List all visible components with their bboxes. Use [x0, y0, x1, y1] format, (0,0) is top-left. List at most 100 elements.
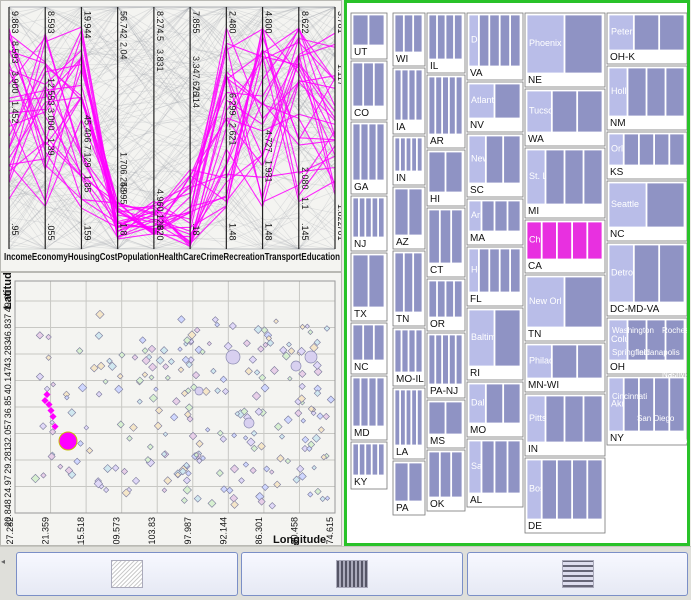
city-cell[interactable] — [401, 69, 409, 121]
scatter-point[interactable] — [126, 435, 133, 442]
city-cell[interactable] — [428, 401, 446, 435]
city-cell[interactable] — [481, 440, 495, 494]
city-cell[interactable] — [646, 182, 685, 228]
scatter-point[interactable] — [129, 423, 138, 432]
city-cell[interactable] — [494, 309, 521, 367]
scatter-point[interactable] — [296, 464, 305, 473]
scatter-point[interactable] — [287, 347, 296, 355]
city-cell[interactable] — [623, 377, 639, 432]
highlighted-point-large[interactable] — [58, 431, 78, 451]
scatter-point[interactable] — [35, 372, 45, 381]
scatter-point[interactable] — [215, 469, 224, 477]
city-cell[interactable] — [376, 123, 385, 181]
scatter-point-large[interactable] — [304, 350, 318, 364]
scatter-point[interactable] — [148, 393, 158, 403]
city-cell[interactable] — [428, 76, 436, 135]
scatter-point[interactable] — [230, 464, 239, 474]
scatter-point[interactable] — [193, 494, 202, 503]
city-cell[interactable] — [451, 451, 463, 498]
city-cell[interactable] — [415, 69, 423, 121]
city-cell[interactable] — [583, 395, 603, 443]
scatter-point[interactable] — [311, 433, 321, 443]
city-cell[interactable] — [428, 451, 440, 498]
city-cell[interactable] — [499, 248, 510, 293]
scatter-point[interactable] — [177, 315, 186, 324]
city-cell[interactable] — [363, 324, 374, 361]
scatter-point[interactable] — [242, 461, 250, 468]
city-cell[interactable] — [394, 329, 402, 373]
city-cell[interactable] — [445, 14, 454, 60]
scatter-point-large[interactable] — [225, 349, 241, 365]
city-cell[interactable] — [478, 248, 490, 293]
city-cell[interactable] — [363, 62, 374, 107]
city-cell[interactable] — [413, 252, 423, 313]
scatter-point[interactable] — [273, 318, 279, 325]
city-cell[interactable] — [489, 14, 500, 67]
scatter-point[interactable] — [77, 383, 88, 393]
city-cell[interactable] — [378, 443, 385, 476]
scatter-point[interactable] — [89, 363, 99, 373]
city-cell[interactable] — [417, 137, 423, 172]
scatter-point[interactable] — [312, 360, 322, 370]
city-cell[interactable] — [408, 188, 423, 236]
scatter-point[interactable] — [230, 500, 239, 509]
scatter-point[interactable] — [75, 347, 84, 355]
scatter-point[interactable] — [185, 403, 194, 412]
scatter-point[interactable] — [96, 361, 106, 371]
scatter-point[interactable] — [159, 346, 169, 355]
city-cell[interactable] — [564, 14, 603, 74]
city-cell[interactable] — [358, 443, 366, 476]
city-cell[interactable] — [400, 137, 406, 172]
scatter-point[interactable] — [103, 464, 113, 474]
scatter-point[interactable] — [298, 382, 306, 390]
city-cell[interactable] — [638, 133, 654, 166]
treemap[interactable]: UT CO GA NJ TX NC MD KY WI IA IN AZ TN MO-IL LA PA IL AR H… — [347, 3, 687, 543]
city-cell[interactable] — [445, 401, 463, 435]
scatter-point[interactable] — [211, 316, 219, 324]
city-cell[interactable] — [556, 459, 572, 520]
scatter-point[interactable] — [177, 346, 183, 352]
scatter-point[interactable] — [136, 398, 143, 405]
scatter-point[interactable] — [120, 467, 129, 475]
city-cell[interactable] — [449, 76, 456, 135]
scatter-point[interactable] — [141, 347, 149, 355]
scatter-point[interactable] — [167, 358, 175, 366]
scatter-point[interactable] — [300, 418, 307, 424]
scatter-point[interactable] — [251, 391, 262, 401]
scatter-point[interactable] — [257, 345, 265, 353]
scatter-point[interactable] — [141, 371, 149, 378]
city-cell[interactable] — [665, 67, 685, 117]
scatter-point[interactable] — [30, 473, 41, 484]
scatter-point[interactable] — [261, 483, 269, 492]
scatter-point[interactable] — [50, 381, 56, 388]
city-cell[interactable] — [659, 244, 685, 303]
city-cell[interactable] — [669, 133, 685, 166]
city-cell[interactable] — [352, 377, 361, 427]
city-cell[interactable] — [428, 280, 437, 318]
city-cell[interactable] — [587, 459, 603, 520]
highlighted-point[interactable] — [43, 391, 51, 399]
scatter-point[interactable] — [210, 367, 217, 375]
city-cell[interactable] — [394, 462, 409, 502]
city-cell[interactable] — [445, 151, 463, 193]
city-cell[interactable] — [577, 90, 603, 133]
scatter-point[interactable] — [177, 366, 185, 373]
scatter-point[interactable] — [191, 371, 201, 380]
city-cell[interactable] — [442, 76, 449, 135]
city-cell[interactable] — [428, 209, 440, 264]
scatter-point[interactable] — [326, 395, 335, 404]
city-cell[interactable] — [360, 377, 369, 427]
scatter-point[interactable] — [39, 422, 47, 430]
scatter-point[interactable] — [182, 485, 192, 495]
city-cell[interactable] — [408, 329, 416, 373]
scatter-point[interactable] — [244, 367, 253, 376]
scatter-point[interactable] — [274, 422, 283, 431]
city-cell[interactable] — [401, 329, 409, 373]
scatter-point[interactable] — [180, 496, 188, 504]
city-cell[interactable] — [403, 14, 414, 53]
city-cell[interactable] — [442, 334, 449, 385]
city-cell[interactable] — [669, 377, 685, 432]
scatter-point[interactable] — [317, 426, 325, 434]
city-cell[interactable] — [564, 149, 584, 205]
city-cell[interactable] — [572, 459, 588, 520]
